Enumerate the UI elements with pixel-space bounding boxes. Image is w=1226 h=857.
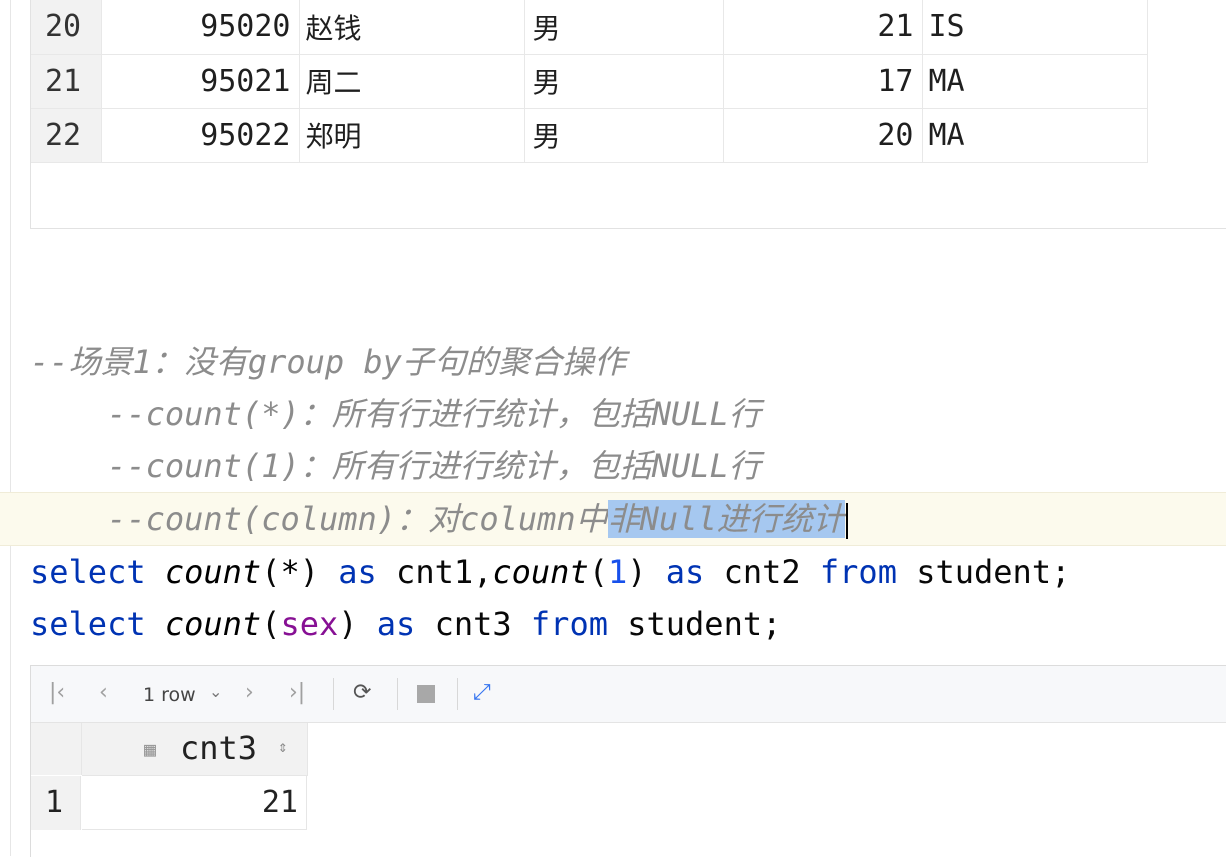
last-page-icon[interactable]: ›| [289,680,305,705]
sql-line-1[interactable]: select count(*) as cnt1,count(1) as cnt2… [30,546,1070,598]
keyword-as: as [665,553,705,591]
cell-sage[interactable]: 20 [723,108,923,163]
argument-one: 1 [607,553,628,591]
cell-sage[interactable]: 17 [723,54,923,109]
row-number: 21 [31,54,102,109]
column-header-cnt3[interactable]: ▦ cnt3 ⇕ [82,723,308,776]
paren: ) [338,605,358,643]
argument-star: * [280,553,300,591]
stop-icon[interactable] [417,685,435,703]
alias-cnt1: cnt1, [396,553,493,591]
text-caret [845,503,848,539]
alias-cnt2: cnt2 [723,553,801,591]
next-page-icon[interactable]: › [245,680,254,705]
keyword-select: select [30,553,146,591]
row-number: 22 [31,108,102,163]
table-student: student; [916,553,1071,591]
table-row[interactable]: 21 95021 周二 男 17 MA [31,54,1148,109]
pin-icon[interactable]: ⤢ [473,680,491,705]
keyword-from: from [530,605,608,643]
function-count: count [164,553,262,591]
paren: ) [627,553,647,591]
comment-line-count-one[interactable]: --count(1)：所有行进行统计，包括NULL行 [30,440,761,492]
rows-count-dropdown[interactable]: 1 row [143,684,196,706]
chevron-down-icon[interactable]: ⌄ [209,682,222,701]
editor-gutter [10,0,11,856]
column-icon: ▦ [144,737,157,761]
sort-icon[interactable]: ⇕ [278,737,288,756]
comment-line-scene[interactable]: --场景1：没有group by子句的聚合操作 [30,336,626,388]
alias-cnt3: cnt3 [434,605,512,643]
previous-result-grid: 20 95020 赵钱 男 21 IS 21 95021 周二 男 17 MA … [30,0,1226,229]
paren: ) [299,553,319,591]
keyword-as: as [376,605,416,643]
text-selection[interactable]: 非Null进行统计 [607,500,845,538]
cell-sname[interactable]: 郑明 [299,108,525,163]
refresh-icon[interactable]: ⟳ [353,680,371,705]
table-student: student; [627,605,782,643]
row-number-header [31,723,82,775]
cell-sno[interactable]: 95022 [101,108,300,163]
cell-sdept[interactable]: IS [922,0,1148,55]
cell-sname[interactable]: 赵钱 [299,0,525,55]
row-number: 1 [31,776,81,830]
first-page-icon[interactable]: |‹ [49,680,65,705]
cell-ssex[interactable]: 男 [524,108,724,163]
table-row[interactable]: 20 95020 赵钱 男 21 IS [31,0,1148,55]
function-count: count [492,553,589,591]
cell-ssex[interactable]: 男 [524,54,724,109]
keyword-as: as [338,553,377,591]
column-sex: sex [280,605,339,643]
cell-sdept[interactable]: MA [922,108,1148,163]
cell-sage[interactable]: 21 [723,0,923,55]
cell-sname[interactable]: 周二 [299,54,525,109]
function-count: count [164,605,262,643]
column-name: cnt3 [180,729,258,767]
comment-line-count-column[interactable]: --count(column)：对column中非Null进行统计 [30,493,848,545]
toolbar-divider [333,678,334,710]
table-row[interactable]: 22 95022 郑明 男 20 MA [31,108,1148,163]
previous-page-icon[interactable]: ‹ [99,680,108,705]
cell-sdept[interactable]: MA [922,54,1148,109]
paren: ( [261,553,281,591]
sql-line-2[interactable]: select count(sex) as cnt3 from student; [30,598,781,650]
result-toolbar: |‹ ‹ 1 row ⌄ › ›| ⟳ ⤢ [31,666,1226,723]
paren: ( [588,553,608,591]
toolbar-divider [457,678,458,710]
cell-cnt3[interactable]: 21 [82,776,307,830]
toolbar-divider [397,678,398,710]
cell-sno[interactable]: 95021 [101,54,300,109]
result-table: 20 95020 赵钱 男 21 IS 21 95021 周二 男 17 MA … [31,0,1148,163]
cell-ssex[interactable]: 男 [524,0,724,55]
keyword-select: select [30,605,146,643]
keyword-from: from [819,553,897,591]
comment-line-count-star[interactable]: --count(*)：所有行进行统计，包括NULL行 [30,388,761,440]
paren: ( [261,605,281,643]
row-number: 20 [31,0,102,55]
cell-sno[interactable]: 95020 [101,0,300,55]
result-panel: |‹ ‹ 1 row ⌄ › ›| ⟳ ⤢ ▦ cnt3 ⇕ 1 21 [30,665,1226,857]
comment-text: --count(column)：对column中 [30,500,608,538]
